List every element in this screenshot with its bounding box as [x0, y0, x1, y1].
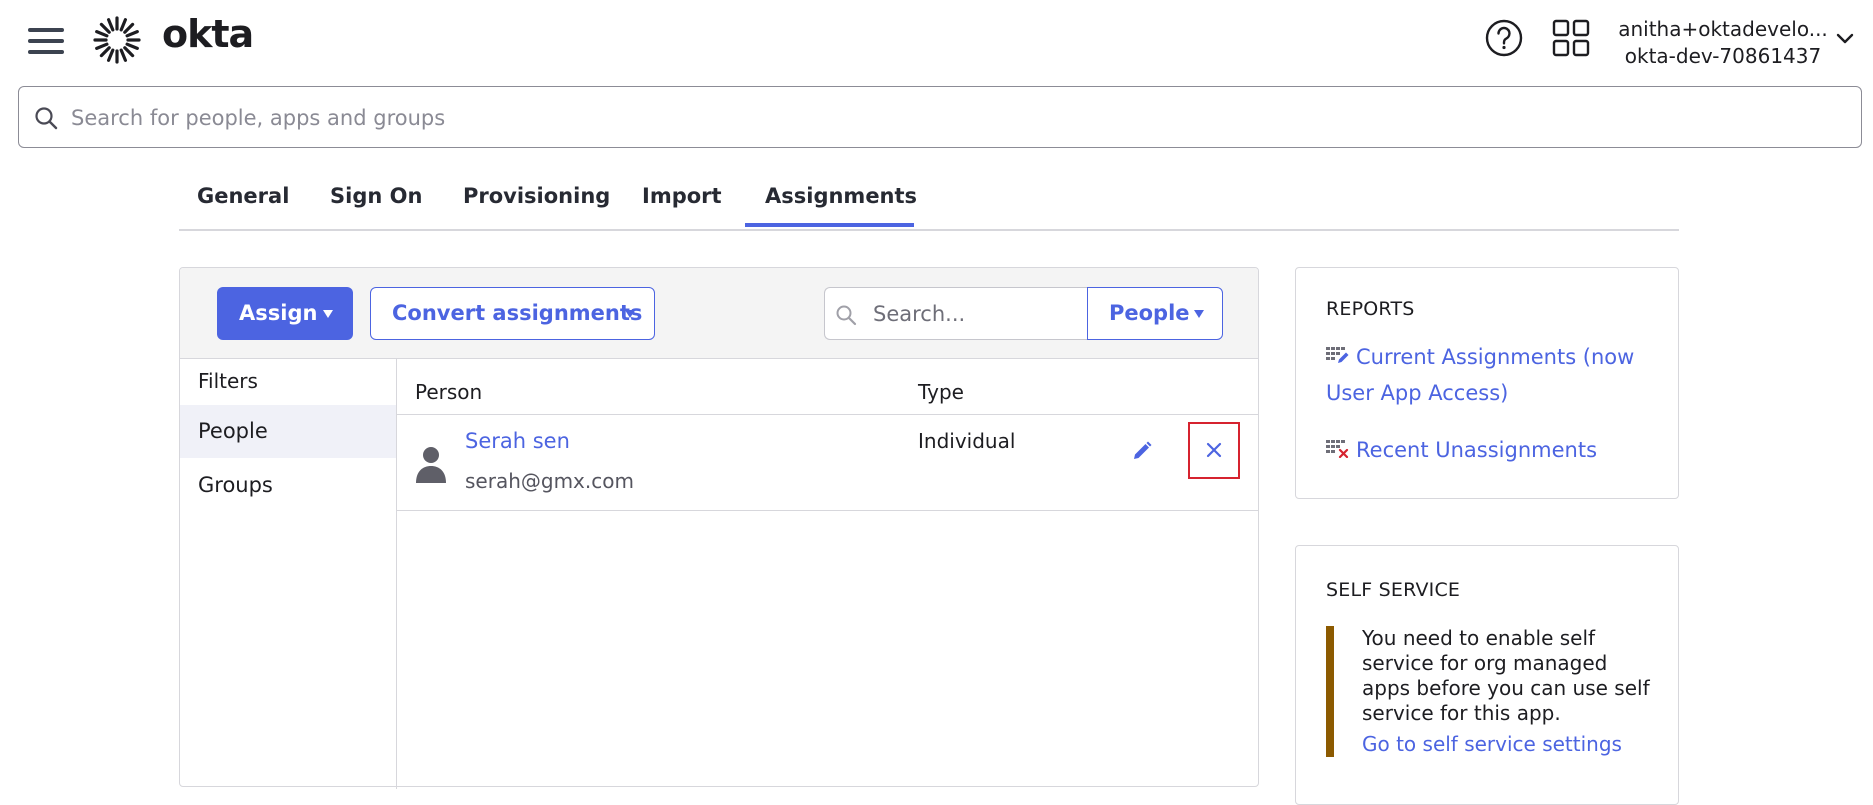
caret-down-icon [625, 310, 635, 318]
assignment-search-box [824, 287, 1088, 340]
assign-button-label: Assign [239, 301, 318, 325]
recent-unassignments-label: Recent Unassignments [1356, 438, 1598, 462]
hamburger-menu-icon[interactable] [28, 26, 66, 56]
table-row: Serah sen serah@gmx.com Individual [397, 415, 1258, 511]
person-name-link[interactable]: Serah sen [465, 429, 570, 453]
tab-provisioning[interactable]: Provisioning [463, 184, 610, 208]
column-header-person: Person [415, 380, 483, 404]
help-icon[interactable] [1484, 18, 1524, 58]
recent-unassignments-link[interactable]: Recent Unassignments [1326, 432, 1597, 468]
assignment-search-input[interactable] [871, 294, 1085, 334]
assignments-panel: Assign Convert assignments People Filter… [179, 267, 1259, 789]
assign-button[interactable]: Assign [217, 287, 353, 340]
current-assignments-line1: Current Assignments (now [1356, 345, 1635, 369]
reports-card: REPORTS Current Assignments (now User Ap… [1295, 267, 1679, 499]
current-assignments-link[interactable]: Current Assignments (now User App Access… [1326, 339, 1634, 411]
convert-assignments-button[interactable]: Convert assignments [370, 287, 655, 340]
self-service-message-line2: service for org managed [1362, 651, 1608, 675]
edit-pencil-icon[interactable] [1130, 439, 1154, 463]
report-grid-remove-icon [1326, 433, 1350, 459]
chevron-down-icon[interactable] [1836, 32, 1854, 46]
self-service-notice: You need to enable self service for org … [1326, 626, 1656, 757]
tab-assignments[interactable]: Assignments [765, 184, 917, 208]
search-icon [35, 107, 58, 130]
people-dropdown-label: People [1109, 301, 1190, 325]
global-search-input[interactable] [69, 95, 1833, 141]
people-filter-dropdown[interactable]: People [1087, 287, 1223, 340]
self-service-message-line1: You need to enable self [1362, 626, 1596, 650]
tab-general[interactable]: General [197, 184, 289, 208]
self-service-title: SELF SERVICE [1326, 579, 1461, 601]
self-service-message-line3: apps before you can use self [1362, 676, 1650, 700]
filter-groups[interactable]: Groups [180, 459, 396, 512]
caret-down-icon [323, 310, 333, 318]
app-tabs: General Sign On Provisioning Import Assi… [179, 176, 1679, 231]
user-menu[interactable]: anitha+oktadevelo... okta-dev-70861437 [1612, 16, 1834, 70]
tab-sign-on[interactable]: Sign On [330, 184, 422, 208]
active-tab-indicator [745, 223, 914, 227]
report-grid-icon [1326, 340, 1350, 363]
self-service-card: SELF SERVICE You need to enable self ser… [1295, 545, 1679, 805]
person-email: serah@gmx.com [465, 469, 634, 493]
reports-title: REPORTS [1326, 298, 1415, 320]
convert-assignments-label: Convert assignments [392, 301, 643, 325]
app-grid-icon[interactable] [1551, 18, 1591, 58]
okta-sunburst-icon [93, 16, 141, 64]
self-service-message-line4: service for this app. [1362, 701, 1561, 725]
user-avatar-icon [416, 447, 446, 483]
user-email: anitha+oktadevelo... [1618, 17, 1828, 41]
assignment-type: Individual [918, 429, 1016, 453]
global-search-bar [18, 86, 1862, 148]
current-assignments-line2: User App Access) [1326, 381, 1509, 405]
filters-sidebar: Filters People Groups [180, 359, 397, 789]
filters-title: Filters [198, 369, 258, 393]
search-icon [836, 305, 857, 326]
close-icon [1206, 442, 1222, 458]
filter-people[interactable]: People [180, 405, 396, 458]
org-name: okta-dev-70861437 [1624, 44, 1822, 68]
assignments-toolbar: Assign Convert assignments People [180, 268, 1258, 359]
caret-down-icon [1194, 310, 1204, 318]
tab-import[interactable]: Import [642, 184, 722, 208]
self-service-settings-link[interactable]: Go to self service settings [1362, 732, 1656, 757]
column-header-type: Type [918, 380, 964, 404]
remove-assignment-button[interactable] [1188, 422, 1240, 479]
okta-logo-text: okta [162, 12, 254, 56]
